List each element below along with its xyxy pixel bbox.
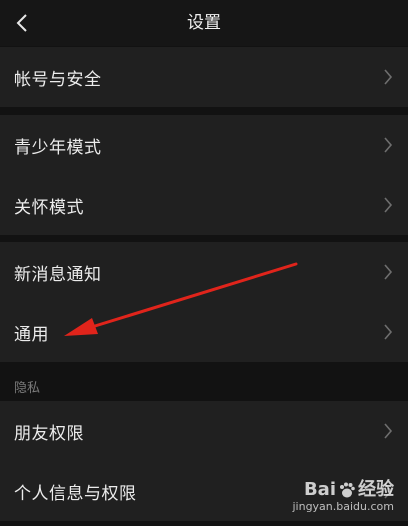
settings-item-label: 朋友权限 (14, 423, 84, 444)
paw-icon (340, 482, 355, 498)
top-bar: 设置 (0, 0, 408, 46)
settings-item-label: 个人信息与权限 (14, 483, 137, 504)
watermark-logo-text: Bai (303, 479, 336, 500)
settings-item-label: 青少年模式 (14, 137, 102, 158)
section-label-privacy: 隐私 (14, 381, 41, 396)
settings-item-care-mode[interactable]: 关怀模式 (0, 175, 408, 235)
settings-item-label: 关怀模式 (14, 197, 84, 218)
chevron-right-icon (384, 137, 393, 153)
watermark-url: jingyan.baidu.com (292, 500, 394, 513)
settings-item-label: 新消息通知 (14, 264, 102, 285)
settings-item-account-security[interactable]: 帐号与安全 (0, 47, 408, 107)
chevron-right-icon (384, 324, 393, 340)
settings-item-friend-permissions[interactable]: 朋友权限 (0, 401, 408, 461)
chevron-right-icon (384, 264, 393, 280)
settings-item-general[interactable]: 通用 (0, 302, 408, 362)
settings-item-label: 帐号与安全 (14, 69, 102, 90)
settings-item-teen-mode[interactable]: 青少年模式 (0, 115, 408, 175)
general-group: 新消息通知 通用 (0, 242, 408, 362)
page-title: 设置 (187, 13, 221, 33)
chevron-right-icon (384, 197, 393, 213)
mode-group: 青少年模式 关怀模式 (0, 115, 408, 235)
chevron-right-icon (384, 69, 393, 85)
baidu-watermark: Bai 经验 jingyan.baidu.com (274, 480, 394, 520)
watermark-logo-text: 经验 (358, 479, 394, 500)
watermark-logo: Bai 经验 (274, 480, 394, 500)
account-group: 帐号与安全 (0, 47, 408, 107)
settings-item-notifications[interactable]: 新消息通知 (0, 242, 408, 302)
chevron-right-icon (384, 423, 393, 439)
settings-item-label: 通用 (14, 324, 49, 345)
